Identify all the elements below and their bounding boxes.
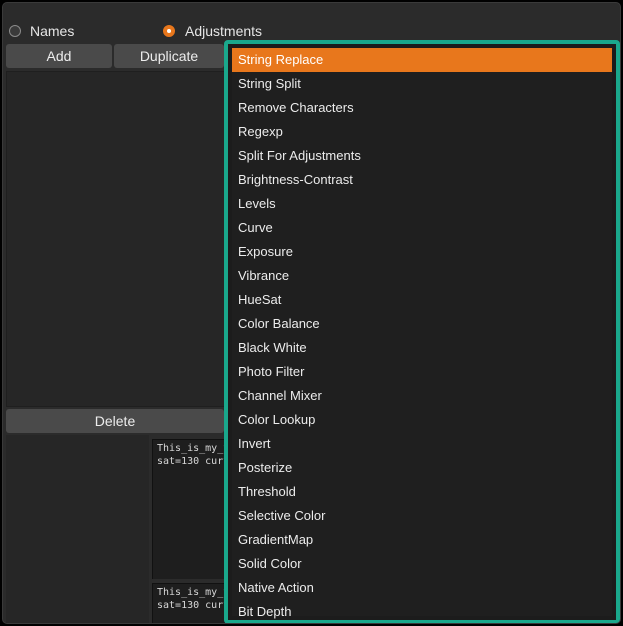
menu-item[interactable]: Regexp [232, 120, 612, 144]
preview-text-1-line-2: sat=130 curv [157, 456, 230, 467]
preview-text-2-line-1: This_is_my_t [157, 587, 230, 598]
menu-item[interactable]: Solid Color [232, 552, 612, 576]
dropdown-menu-list: String Replace String Split Remove Charact… [232, 48, 612, 619]
preview-text-2-line-2: sat=130 curv [157, 600, 230, 611]
menu-item[interactable]: Black White [232, 336, 612, 360]
lower-left-pane [6, 435, 149, 623]
menu-item[interactable]: Exposure [232, 240, 612, 264]
duplicate-button[interactable]: Duplicate [114, 44, 224, 68]
menu-item[interactable]: Split For Adjustments [232, 144, 612, 168]
menu-item[interactable]: HueSat [232, 288, 612, 312]
menu-item[interactable]: Photo Filter [232, 360, 612, 384]
menu-item[interactable]: String Split [232, 72, 612, 96]
menu-item[interactable]: Color Balance [232, 312, 612, 336]
menu-item[interactable]: Brightness-Contrast [232, 168, 612, 192]
menu-item[interactable]: Curve [232, 216, 612, 240]
menu-item[interactable]: GradientMap [232, 528, 612, 552]
menu-item[interactable]: Native Action [232, 576, 612, 600]
menu-item[interactable]: Color Lookup [232, 408, 612, 432]
preview-text-area-2[interactable]: This_is_my_t sat=130 curv [152, 583, 232, 623]
adjustment-list[interactable] [6, 71, 226, 407]
menu-item[interactable]: Levels [232, 192, 612, 216]
menu-item[interactable]: Vibrance [232, 264, 612, 288]
menu-item[interactable]: Selective Color [232, 504, 612, 528]
menu-item[interactable]: Threshold [232, 480, 612, 504]
main-window: Names Adjustments Add Duplicate Delete T… [2, 2, 621, 624]
menu-item[interactable]: Channel Mixer [232, 384, 612, 408]
names-radio[interactable] [9, 25, 21, 37]
adjustment-type-dropdown-menu: String Replace String Split Remove Charact… [224, 40, 620, 623]
adjustments-radio[interactable] [163, 25, 175, 37]
menu-item[interactable]: Remove Characters [232, 96, 612, 120]
names-radio-label[interactable]: Names [30, 23, 74, 39]
preview-text-1-line-1: This_is_my_t [157, 443, 230, 454]
adjustments-radio-label[interactable]: Adjustments [185, 23, 262, 39]
menu-item[interactable]: Posterize [232, 456, 612, 480]
menu-item[interactable]: Invert [232, 432, 612, 456]
delete-button[interactable]: Delete [6, 409, 224, 433]
menu-item[interactable]: Bit Depth [232, 600, 612, 620]
menu-item[interactable]: String Replace [232, 48, 612, 72]
preview-text-area-1[interactable]: This_is_my_t sat=130 curv [152, 439, 232, 579]
add-button[interactable]: Add [6, 44, 112, 68]
